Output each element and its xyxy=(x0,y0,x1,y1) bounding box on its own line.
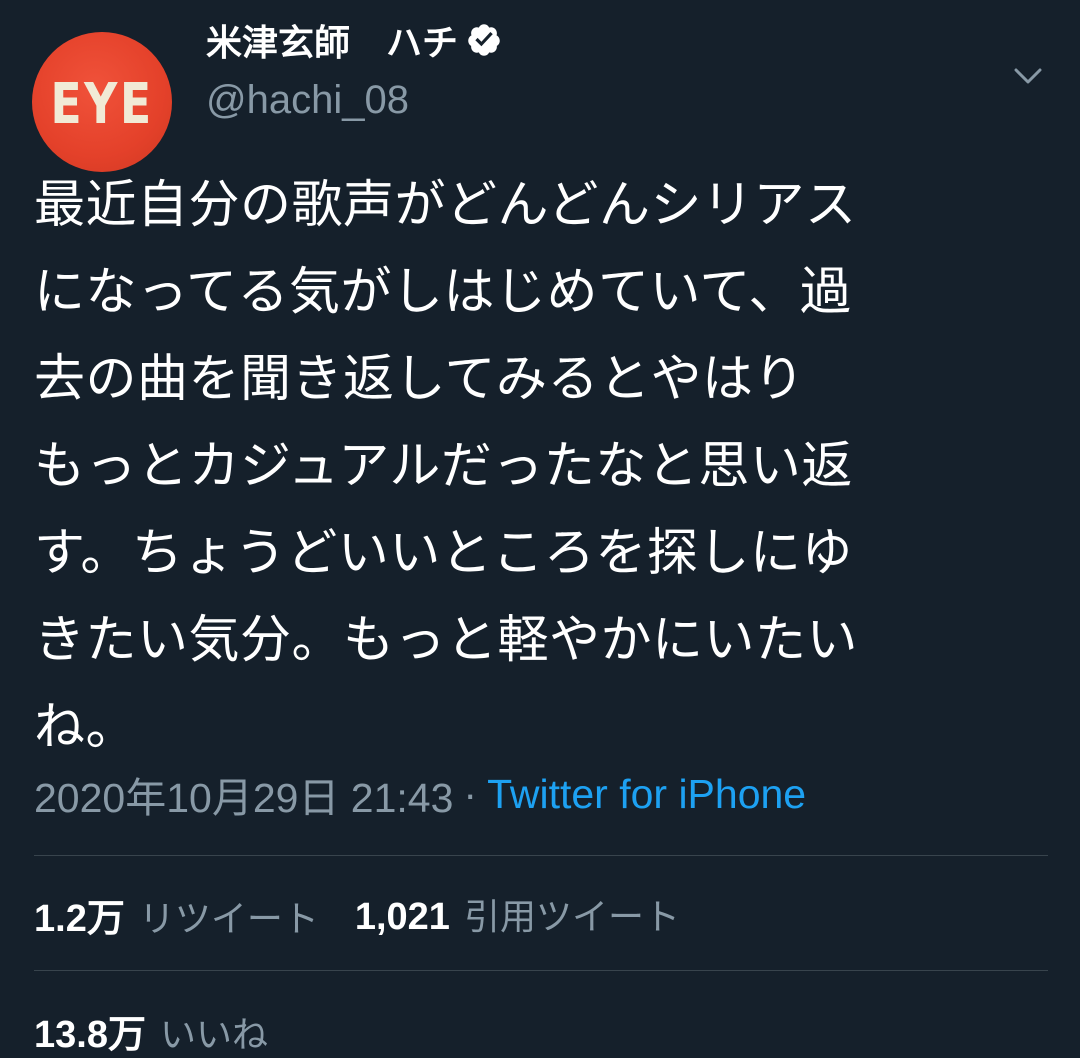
author-name-row: 米津玄師 ハチ xyxy=(206,14,502,66)
quotes-stat[interactable]: 1,021 引用ツイート xyxy=(355,888,680,940)
quote-count: 1,021 xyxy=(354,896,450,938)
like-count: 13.8万 xyxy=(34,1013,146,1056)
quote-label: 引用ツイート xyxy=(463,897,680,938)
retweet-count: 1.2万 xyxy=(34,897,125,940)
avatar[interactable]: EYE xyxy=(32,32,172,172)
retweets-stat[interactable]: 1.2万 リツイート xyxy=(34,887,319,942)
tweet-text-line: 去の曲を聞き返してみるとやはり xyxy=(34,350,805,409)
verified-badge-icon xyxy=(468,24,500,56)
tweet-text-line: 最近自分の歌声がどんどんシリアス xyxy=(34,176,857,235)
tweet-text-line: もっとカジュアルだったなと思い返 xyxy=(34,437,853,496)
tweet-detail: EYE 米津玄師 ハチ @hachi_08 最近自分の歌声がどんどんシリアス に… xyxy=(0,0,1080,1056)
chevron-down-icon[interactable] xyxy=(1008,56,1048,96)
divider xyxy=(34,970,1048,971)
author-handle[interactable]: @hachi_08 xyxy=(206,78,409,123)
tweet-timestamp[interactable]: 2020年10月29日 21:43 xyxy=(34,764,453,824)
author-display-name[interactable]: 米津玄師 ハチ xyxy=(206,14,458,66)
likes-stats: 13.8万 いいね xyxy=(34,1002,304,1058)
engagement-stats: 1.2万 リツイート 1,021 引用ツイート xyxy=(34,886,716,942)
like-label: いいね xyxy=(159,1014,268,1056)
tweet-text: 最近自分の歌声がどんどんシリアス になってる気がしはじめていて、過 去の曲を聞き… xyxy=(34,162,1046,771)
likes-stat[interactable]: 13.8万 いいね xyxy=(34,1003,268,1058)
avatar-logo-text: EYE xyxy=(50,71,154,137)
tweet-text-line: になってる気がしはじめていて、過 xyxy=(34,263,852,322)
tweet-text-line: きたい気分。もっと軽やかにいたい xyxy=(34,611,859,670)
tweet-source-link[interactable]: Twitter for iPhone xyxy=(487,771,806,818)
meta-separator: · xyxy=(463,770,478,817)
tweet-text-line: ね。 xyxy=(34,698,138,757)
retweet-label: リツイート xyxy=(138,898,319,940)
tweet-text-line: す。ちょうどいいところを探しにゆ xyxy=(34,524,853,583)
tweet-meta: 2020年10月29日 21:43 · Twitter for iPhone xyxy=(34,766,806,822)
divider xyxy=(34,855,1048,856)
